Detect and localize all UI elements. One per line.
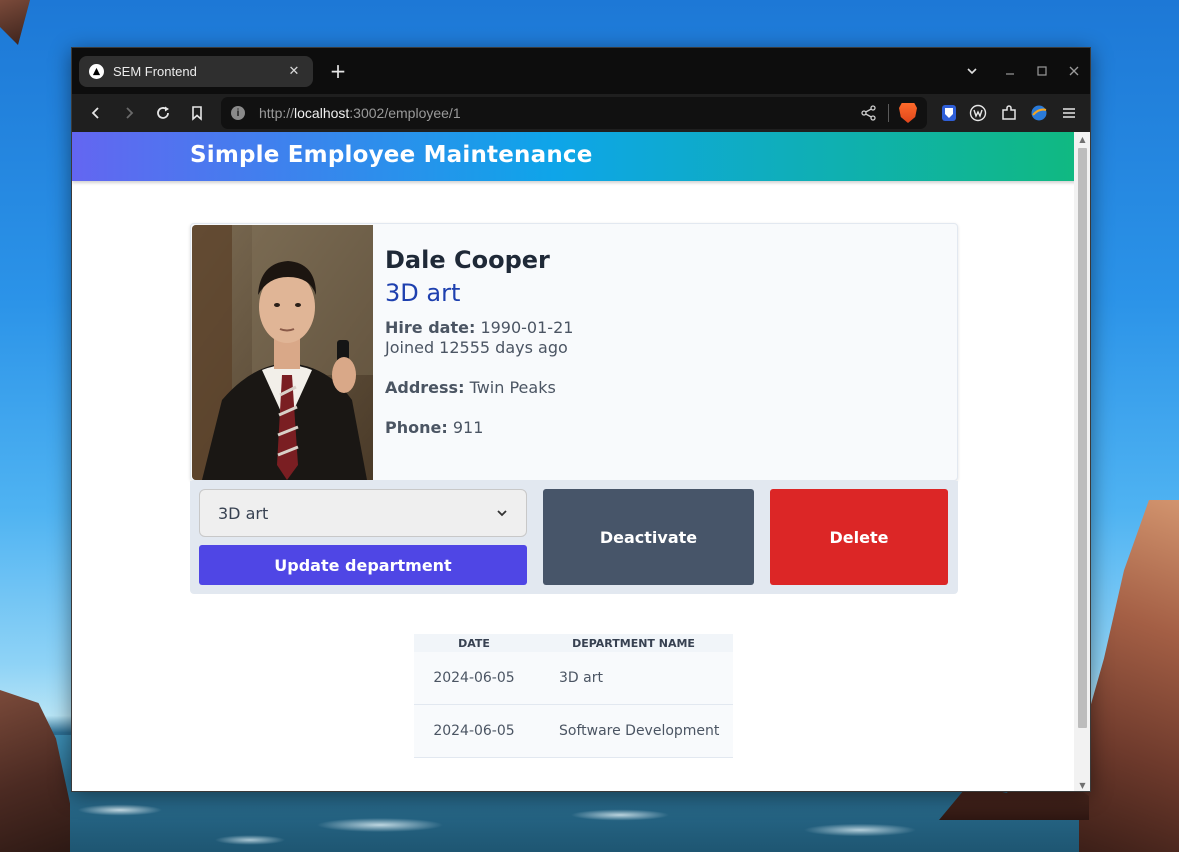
close-window-icon[interactable] (1063, 60, 1085, 82)
address-bar[interactable]: i http://localhost:3002/employee/1 (221, 97, 927, 129)
department-select-value: 3D art (218, 503, 269, 523)
employee-name: Dale Cooper (385, 246, 550, 274)
update-department-button[interactable]: Update department (199, 545, 527, 585)
delete-button[interactable]: Delete (770, 489, 948, 585)
page-viewport: Simple Employee Maintenance Dale Cooper … (72, 132, 1076, 791)
url-scheme: http:// (259, 105, 295, 121)
extensions-puzzle-icon[interactable] (1000, 104, 1018, 122)
hire-date-label: Hire date: (385, 318, 476, 337)
table-header-row: DATE DEPARTMENT NAME (414, 634, 733, 652)
browser-toolbar: i http://localhost:3002/employee/1 (72, 94, 1090, 132)
bitwarden-icon[interactable] (940, 104, 958, 122)
browser-titlebar: SEM Frontend ✕ + (72, 48, 1090, 94)
url-path: :3002/employee/1 (349, 105, 461, 121)
url-text[interactable]: http://localhost:3002/employee/1 (259, 105, 860, 121)
phone-line: Phone: 911 (385, 418, 483, 437)
app-title: Simple Employee Maintenance (190, 142, 593, 168)
employee-photo (192, 225, 373, 480)
scroll-up-icon[interactable]: ▲ (1078, 135, 1087, 144)
share-icon[interactable] (860, 104, 878, 122)
chevron-down-icon (497, 510, 507, 517)
row-department: 3D art (559, 670, 603, 686)
browser-tab[interactable]: SEM Frontend ✕ (79, 56, 313, 87)
address-label: Address: (385, 378, 465, 397)
row-date: 2024-06-05 (433, 670, 515, 686)
tab-list-chevron-icon[interactable] (961, 60, 983, 82)
back-arrow-icon[interactable] (83, 100, 109, 126)
column-header-department: DEPARTMENT NAME (572, 636, 695, 650)
employee-portrait-image (192, 225, 373, 480)
scrollbar-thumb[interactable] (1078, 148, 1087, 728)
hire-date-line: Hire date: 1990-01-21 (385, 318, 573, 337)
phone-label: Phone: (385, 418, 448, 437)
site-info-icon[interactable]: i (231, 106, 245, 120)
reload-icon[interactable] (150, 100, 176, 126)
browser-window: SEM Frontend ✕ + i http://localhost:3002… (71, 47, 1091, 792)
url-host: localhost (294, 105, 350, 121)
brave-shields-icon[interactable] (899, 103, 917, 123)
table-row: 2024-06-05 3D art (414, 652, 733, 705)
menu-icon[interactable] (1060, 104, 1078, 122)
address-value: Twin Peaks (469, 378, 556, 397)
row-department: Software Development (559, 723, 720, 739)
scroll-down-icon[interactable]: ▼ (1078, 781, 1087, 790)
bookmark-icon[interactable] (184, 100, 210, 126)
tab-close-icon[interactable]: ✕ (285, 64, 303, 79)
minimize-icon[interactable] (999, 60, 1021, 82)
joined-days-text: Joined 12555 days ago (385, 338, 568, 357)
nextjs-favicon-icon (89, 64, 104, 79)
row-date: 2024-06-05 (433, 723, 515, 739)
deactivate-button[interactable]: Deactivate (543, 489, 754, 585)
department-history-table: DATE DEPARTMENT NAME 2024-06-05 3D art 2… (414, 634, 733, 758)
hire-date-value: 1990-01-21 (480, 318, 574, 337)
brave-news-icon[interactable] (1030, 104, 1048, 122)
department-select[interactable]: 3D art (199, 489, 527, 537)
wappalyzer-icon[interactable] (969, 104, 987, 122)
forward-arrow-icon[interactable] (116, 100, 142, 126)
employee-actions-panel: 3D art Update department Deactivate Dele… (190, 481, 958, 594)
phone-value: 911 (452, 418, 484, 437)
page-scrollbar[interactable]: ▲ ▼ (1074, 132, 1090, 791)
app-header: Simple Employee Maintenance (72, 132, 1076, 181)
employee-card: Dale Cooper 3D art Hire date: 1990-01-21… (190, 223, 958, 481)
tab-title: SEM Frontend (113, 64, 197, 79)
url-divider (888, 104, 889, 122)
column-header-date: DATE (458, 636, 490, 650)
address-line: Address: Twin Peaks (385, 378, 556, 397)
employee-department: 3D art (385, 279, 461, 307)
table-row: 2024-06-05 Software Development (414, 705, 733, 758)
maximize-icon[interactable] (1031, 60, 1053, 82)
new-tab-button[interactable]: + (326, 59, 350, 83)
